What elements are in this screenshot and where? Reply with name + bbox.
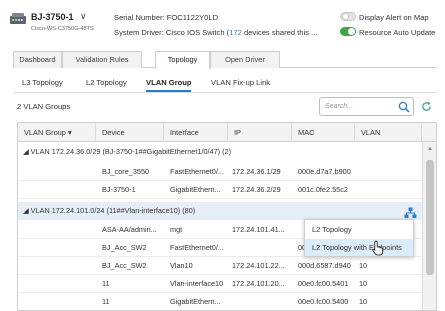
column-device[interactable]: Device [96, 123, 164, 142]
table-header: VLAN Group ▾ Device Interface IP MAC VLA… [18, 123, 436, 142]
group-label: VLAN 172.24.101.0/24 (11##Vlan-interface… [30, 206, 196, 215]
search-box[interactable]: Search... [319, 97, 414, 116]
cell-vlan: 10 [359, 297, 368, 306]
cell-mac: 001c.0fe2.55c2 [298, 185, 348, 194]
table-scrollbar[interactable]: ▲ [422, 142, 436, 310]
cell-device: BJ_core_3550 [102, 167, 150, 176]
cell-interface: mgt [170, 225, 183, 234]
driver-suffix: devices shared this ... [241, 28, 318, 37]
cell-device: ASA-AA/admin... [102, 225, 157, 234]
device-name[interactable]: BJ-3750-1 [31, 12, 74, 22]
cell-ip: 172.24.101.41... [232, 225, 285, 234]
tab-validation-rules[interactable]: Validation Rules [62, 51, 142, 68]
refresh-icon[interactable] [421, 101, 432, 112]
column-vlan[interactable]: VLAN [355, 123, 422, 142]
hand-cursor-icon [372, 240, 383, 256]
subtab-l2-topology[interactable]: L2 Topology [86, 78, 127, 87]
subtab-vlan-fixup-link[interactable]: VLAN Fix-up Link [211, 78, 270, 87]
tab-dashboard[interactable]: Dashboard [13, 51, 62, 68]
driver-count-link[interactable]: 172 [229, 28, 242, 37]
cell-ip: 172.24.101.22... [232, 261, 285, 270]
menu-item-l2-topology[interactable]: L2 Topology [305, 221, 413, 238]
cell-device: BJ_Acc_SW2 [102, 261, 147, 270]
cell-ip: 172.24.101.20... [232, 279, 285, 288]
chevron-down-icon[interactable]: ∨ [80, 11, 87, 22]
display-alert-label: Display Alert on Map [359, 13, 429, 22]
cell-device: 11 [102, 297, 110, 306]
switch-device-icon [10, 13, 26, 24]
column-mac[interactable]: MAC [292, 123, 355, 142]
cell-interface: Vlan-interface10 [170, 279, 224, 288]
cell-ip: 172.24.36.1/29 [232, 167, 281, 176]
column-interface[interactable]: Interface [164, 123, 228, 142]
system-driver: System Driver: Cisco IOS Switch (172 dev… [114, 28, 317, 37]
column-ip[interactable]: IP [228, 123, 292, 142]
tab-topology[interactable]: Topology [155, 51, 210, 69]
table-row[interactable]: BJ-3750-1 GigabitEthern... 172.24.36.2/2… [18, 181, 422, 199]
sort-desc-icon: ▾ [67, 128, 72, 137]
cell-vlan: 10 [359, 279, 368, 288]
vlan-group-table: VLAN Group ▾ Device Interface IP MAC VLA… [17, 122, 437, 311]
cell-vlan: 10 [359, 261, 368, 270]
topology-icon[interactable] [404, 207, 417, 219]
serial-number: Serial Number: FOC1122Y0LD [114, 13, 219, 22]
menu-item-l2-topology-endpoints[interactable]: L2 Topology with Endpoints [305, 239, 413, 256]
cell-device: BJ_Acc_SW2 [102, 243, 147, 252]
table-row[interactable]: BJ_core_3550 FastEthernet0/... 172.24.36… [18, 163, 422, 181]
table-row[interactable]: 11 Vlan-interface10 172.24.101.20... 00e… [18, 275, 422, 293]
cell-device: BJ-3750-1 [102, 185, 136, 194]
group-label: VLAN 172.24.36.0/29 (BJ-3750-1##GigabitE… [30, 147, 232, 156]
cell-mac: 000d.6587.d940 [298, 261, 351, 270]
resource-auto-update-label: Resource Auto Update [359, 28, 436, 37]
subtab-vlan-group[interactable]: VLAN Group [146, 78, 192, 87]
cell-device: 11 [102, 279, 110, 288]
resource-auto-update-toggle[interactable] [340, 27, 356, 36]
scrollbar-thumb[interactable] [426, 160, 434, 275]
cell-interface: GigabitEthern... [170, 297, 221, 306]
cell-interface: Vlan10 [170, 261, 193, 270]
search-input[interactable]: Search... [325, 103, 353, 110]
cell-mac: 00e0.fc00.5400 [298, 297, 349, 306]
cell-interface: FastEthernet0/... [170, 243, 224, 252]
group-row[interactable]: ◢ VLAN 172.24.101.0/24 (11##Vlan-interfa… [18, 202, 422, 220]
topology-context-menu: L2 Topology L2 Topology with Endpoints [304, 219, 414, 257]
cell-ip: 172.24.36.2/29 [232, 185, 281, 194]
tab-open-driver[interactable]: Open Driver [210, 51, 280, 68]
table-row[interactable]: 11 GigabitEthern... 00e0.fc00.5400 10 [18, 293, 422, 310]
collapse-icon[interactable]: ◢ [23, 147, 29, 156]
display-alert-toggle[interactable] [340, 12, 356, 21]
group-row[interactable]: ◢ VLAN 172.24.36.0/29 (BJ-3750-1##Gigabi… [18, 143, 422, 161]
scroll-up-icon[interactable]: ▲ [427, 146, 433, 152]
cell-mac: 000e.d7a7.b900 [298, 167, 351, 176]
subtab-l3-topology[interactable]: L3 Topology [22, 78, 63, 87]
vlan-groups-count: 2 VLAN Groups [17, 102, 71, 111]
search-icon[interactable] [398, 101, 410, 113]
cell-mac: 00e0.fc00.5401 [298, 279, 349, 288]
cell-interface: FastEthernet0/... [170, 167, 224, 176]
collapse-icon[interactable]: ◢ [23, 206, 29, 215]
table-row[interactable]: BJ_Acc_SW2 Vlan10 172.24.101.22... 000d.… [18, 257, 422, 275]
column-vlan-group[interactable]: VLAN Group ▾ [18, 123, 96, 142]
cell-interface: GigabitEthern... [170, 185, 221, 194]
subtab-divider [13, 92, 437, 93]
device-model: Cisco-WS-C3750G-48TS [31, 26, 94, 32]
driver-prefix: System Driver: Cisco IOS Switch ( [114, 28, 230, 37]
